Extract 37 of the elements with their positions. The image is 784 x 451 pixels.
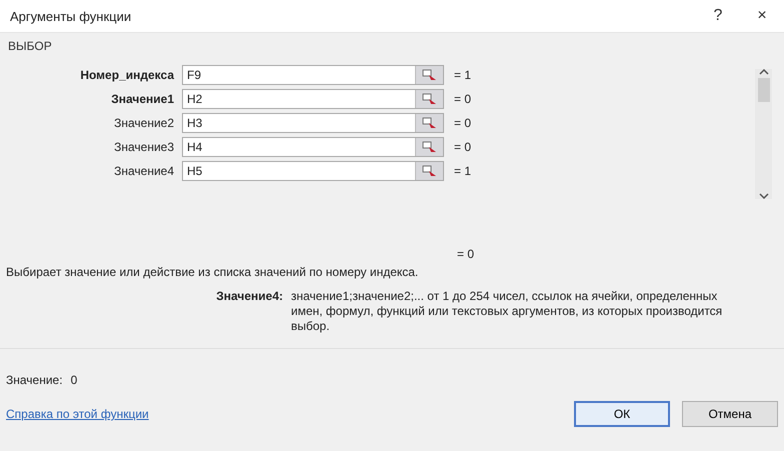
argument-help-text: значение1;значение2;... от 1 до 254 чисел, ссылок на ячейки, определенных имен, формул, функций или текстовых аргументов, из которых производится выбор. <box>290 289 724 334</box>
scroll-up-icon[interactable] <box>758 69 768 75</box>
function-name: ВЫБОР <box>7 38 53 53</box>
range-select-icon[interactable] <box>415 114 443 132</box>
value-text: 0 <box>70 373 78 387</box>
help-link[interactable]: Справка по этой функции <box>6 407 562 421</box>
function-description: Выбирает значение или действие из списка значений по номеру индекса. <box>5 264 420 279</box>
window-title: Аргументы функции <box>10 8 132 24</box>
argument-field[interactable]: H2 <box>182 89 444 109</box>
scroll-down-icon[interactable] <box>758 193 768 199</box>
range-select-icon[interactable] <box>415 162 443 180</box>
range-select-icon[interactable] <box>415 90 443 108</box>
argument-result: = 0 <box>453 140 472 154</box>
argument-result: = 0 <box>453 92 472 106</box>
scroll-thumb[interactable] <box>758 78 770 102</box>
close-button[interactable]: × <box>740 0 784 32</box>
argument-help-label: Значение4: <box>215 289 283 305</box>
cancel-button[interactable]: Отмена <box>682 401 778 427</box>
range-select-icon[interactable] <box>415 66 443 84</box>
argument-result: = 1 <box>453 164 472 178</box>
argument-label: Значение2 <box>113 116 175 130</box>
argument-field[interactable]: H3 <box>182 113 444 133</box>
scrollbar[interactable] <box>755 69 772 199</box>
value-label: Значение: <box>6 373 63 387</box>
ok-button[interactable]: ОК <box>574 401 670 427</box>
formula-result: = 0 <box>456 247 476 261</box>
argument-result: = 0 <box>453 116 472 130</box>
argument-label: Значение4 <box>113 164 175 178</box>
argument-label: Значение3 <box>113 140 175 154</box>
argument-field[interactable]: H5 <box>182 161 444 181</box>
argument-result: = 1 <box>453 68 472 82</box>
argument-label: Номер_индекса <box>79 68 176 82</box>
help-button[interactable]: ? <box>696 0 740 32</box>
argument-field[interactable]: H4 <box>182 137 444 157</box>
argument-field[interactable]: F9 <box>182 65 444 85</box>
range-select-icon[interactable] <box>415 138 443 156</box>
argument-label: Значение1 <box>110 92 175 106</box>
